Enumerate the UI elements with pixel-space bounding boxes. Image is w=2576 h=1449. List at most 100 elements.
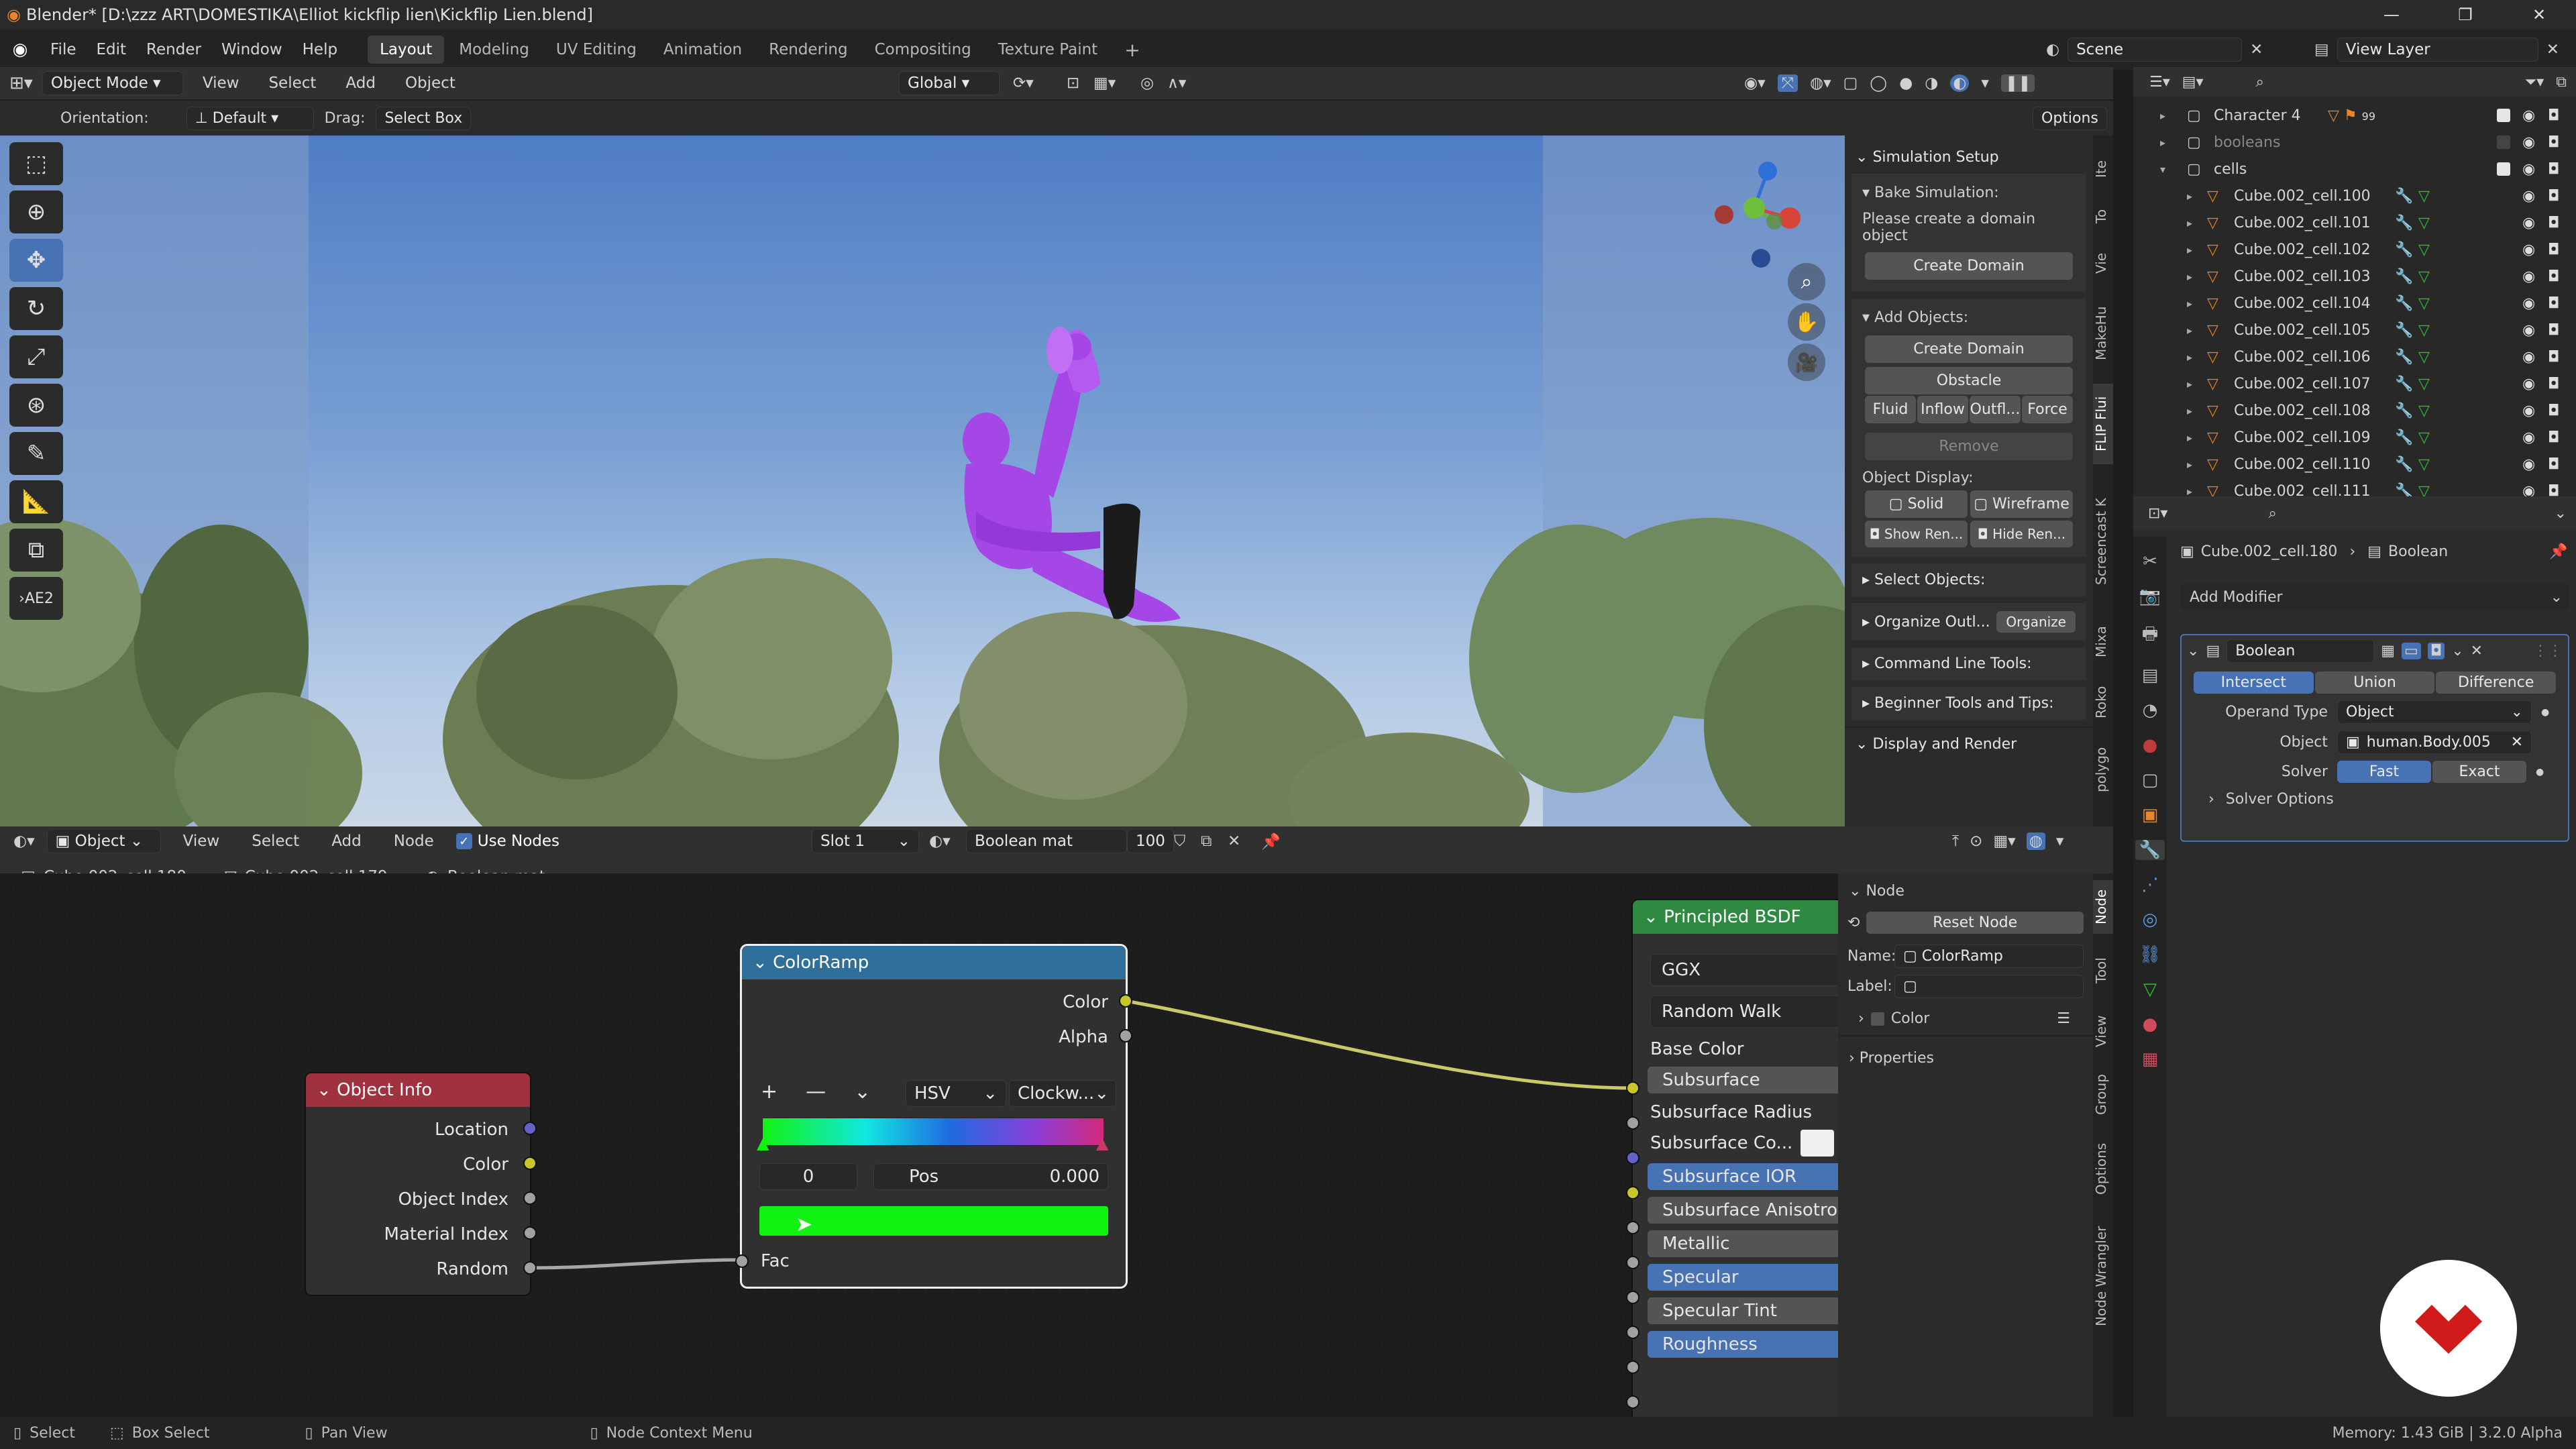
- camera-icon[interactable]: ◘: [2548, 161, 2559, 178]
- modifier-icon[interactable]: 🔧: [2395, 456, 2413, 473]
- drag-selector[interactable]: Select Box: [376, 106, 472, 130]
- create-domain-button[interactable]: Create Domain: [1865, 252, 2073, 280]
- node-section-header[interactable]: ⌄ Node: [1838, 873, 2093, 909]
- node-menu-view[interactable]: View: [173, 833, 230, 850]
- world-tab-icon[interactable]: ●: [2143, 735, 2158, 755]
- outliner-row[interactable]: ▾ ▢ cells ◉ ◘: [2133, 156, 2576, 182]
- search-icon[interactable]: ⌕: [2256, 74, 2264, 91]
- close-icon[interactable]: ✕: [2511, 734, 2523, 751]
- camera-icon[interactable]: ◘: [2548, 429, 2559, 446]
- remove-stop-button[interactable]: —: [806, 1080, 826, 1104]
- menu-window[interactable]: Window: [211, 41, 292, 58]
- material-index-output-socket[interactable]: [523, 1226, 537, 1240]
- add-workspace-button[interactable]: +: [1112, 34, 1152, 66]
- color-checkbox[interactable]: [1870, 1012, 1884, 1026]
- eye-icon[interactable]: ◉: [2522, 188, 2535, 205]
- transform-tool[interactable]: ⊛: [9, 384, 63, 427]
- parent-node-tree-icon[interactable]: ⤒: [1952, 833, 1959, 850]
- intersect-button[interactable]: Intersect: [2194, 672, 2314, 694]
- expand-arrow-icon[interactable]: ▸: [2187, 324, 2192, 337]
- shading-solid-icon[interactable]: ●: [1899, 74, 1913, 92]
- organize-button[interactable]: Organize: [1996, 611, 2076, 633]
- node-name-field[interactable]: ▢ ColorRamp: [1894, 945, 2084, 968]
- modifier-icon[interactable]: 🔧: [2395, 268, 2413, 285]
- options-dropdown[interactable]: Options: [2033, 106, 2107, 130]
- solver-options-header[interactable]: › Solver Options: [2208, 791, 2541, 808]
- output-tab-icon[interactable]: 🖶: [2142, 621, 2159, 651]
- shading-rendered-icon[interactable]: ◐: [1950, 74, 1970, 92]
- tab-tool[interactable]: To: [2093, 199, 2113, 233]
- minimize-button[interactable]: —: [2355, 5, 2428, 24]
- command-line-header[interactable]: ▸ Command Line Tools:: [1851, 647, 2086, 680]
- mode-selector[interactable]: Object Mode ▾: [42, 71, 183, 95]
- filter-icon[interactable]: ⏷▾: [2525, 74, 2544, 91]
- colorramp-node[interactable]: ⌄ ColorRamp Color Alpha + — ⌄ HSV ⌄ Clock…: [735, 946, 1132, 1287]
- bake-simulation-header[interactable]: ▾ Bake Simulation:: [1851, 179, 2086, 207]
- modifier-icon[interactable]: 🔧: [2395, 295, 2413, 312]
- tab-modeling[interactable]: Modeling: [447, 36, 541, 64]
- shading-options-icon[interactable]: ▾: [1981, 74, 1989, 92]
- scene-tab-icon[interactable]: ◔: [2143, 700, 2158, 720]
- tab-flip-fluids[interactable]: FLIP Flui: [2093, 384, 2113, 464]
- node-menu-node[interactable]: Node: [384, 833, 444, 850]
- eye-icon[interactable]: ◉: [2522, 134, 2535, 151]
- outliner-row[interactable]: ▸ ▽ Cube.002_cell.107 🔧 ▽ ◉ ◘: [2133, 370, 2576, 397]
- mesh-data-icon[interactable]: ▽: [2418, 429, 2430, 446]
- camera-icon[interactable]: ◘: [2548, 402, 2559, 419]
- eye-icon[interactable]: ◉: [2522, 268, 2535, 285]
- expand-arrow-icon[interactable]: ▸: [2187, 244, 2192, 256]
- exclude-checkbox[interactable]: [2497, 136, 2510, 149]
- object-tab-icon[interactable]: ▣: [2142, 805, 2159, 825]
- list-icon[interactable]: ☰: [2057, 1010, 2070, 1027]
- eye-icon[interactable]: ◉: [2522, 295, 2535, 312]
- camera-icon[interactable]: ◘: [2548, 456, 2559, 473]
- expand-arrow-icon[interactable]: ▸: [2187, 431, 2192, 444]
- viewport-menu-object[interactable]: Object: [395, 74, 466, 92]
- show-render-button[interactable]: ◘ Show Ren...: [1865, 521, 1968, 547]
- snap-type-icon[interactable]: ▦▾: [1993, 833, 2015, 850]
- modifier-icon[interactable]: 🔧: [2395, 429, 2413, 446]
- outflow-button[interactable]: Outfl...: [1970, 396, 2021, 423]
- fake-user-icon[interactable]: ⛉: [1174, 833, 1185, 850]
- menu-render[interactable]: Render: [136, 41, 211, 58]
- subsurface-ior-input-socket[interactable]: [1626, 1221, 1640, 1234]
- fluid-button[interactable]: Fluid: [1865, 396, 1916, 423]
- colorramp-header[interactable]: ⌄ ColorRamp: [742, 946, 1126, 979]
- editor-type-icon[interactable]: ☰▾: [2149, 74, 2170, 91]
- expand-arrow-icon[interactable]: ▸: [2187, 405, 2192, 417]
- color-stop-left[interactable]: ▲: [757, 1134, 769, 1152]
- use-nodes-checkbox[interactable]: ✓ Use Nodes: [455, 833, 559, 850]
- expand-arrow-icon[interactable]: ▸: [2187, 458, 2192, 471]
- measure-tool[interactable]: 📐: [9, 480, 63, 523]
- mesh-data-icon[interactable]: ▽: [2418, 322, 2430, 339]
- viewport-menu-view[interactable]: View: [193, 74, 250, 92]
- viewport-menu-add[interactable]: Add: [335, 74, 386, 92]
- wrench-icon[interactable]: 🔧: [2135, 840, 2165, 860]
- editmode-toggle-icon[interactable]: ▦: [2381, 643, 2395, 659]
- create-domain-button-2[interactable]: Create Domain: [1865, 335, 2073, 363]
- material-browse-icon[interactable]: ◐▾: [929, 833, 951, 850]
- viewport-toggle-icon[interactable]: ▭: [2402, 642, 2421, 659]
- add-cube-tool[interactable]: ⧉: [9, 529, 63, 572]
- material-name-field[interactable]: Boolean mat: [966, 829, 1127, 853]
- tab-item[interactable]: Ite: [2093, 149, 2113, 189]
- tab-animation[interactable]: Animation: [651, 36, 754, 64]
- camera-icon[interactable]: ◘: [2548, 349, 2559, 366]
- subsurface-ior-input[interactable]: Subsurface IOR: [1648, 1163, 1838, 1190]
- camera-icon[interactable]: ◘: [2548, 241, 2559, 258]
- node-canvas[interactable]: ⌄ Object Info Location Color Object Inde…: [0, 873, 1838, 1417]
- expand-arrow-icon[interactable]: ▸: [2160, 136, 2165, 149]
- solver-exact-button[interactable]: Exact: [2432, 761, 2526, 783]
- tab-compositing[interactable]: Compositing: [863, 36, 983, 64]
- hand-icon[interactable]: ✋: [1788, 303, 1825, 341]
- toolbar-expander[interactable]: › AE2: [9, 577, 63, 620]
- mesh-data-icon[interactable]: ▽: [2418, 215, 2430, 231]
- constraints-tab-icon[interactable]: ⛓: [2139, 945, 2161, 965]
- 3d-viewport[interactable]: ⬚ ⊕ ✥ ↻ ⤢ ⊛ ✎ 📐 ⧉ › AE2 ⌕ ✋ 🎥: [0, 136, 1845, 826]
- outliner-row[interactable]: ▸ ▽ Cube.002_cell.101 🔧 ▽ ◉ ◘: [2133, 209, 2576, 236]
- eye-icon[interactable]: ◉: [2522, 376, 2535, 392]
- slot-selector[interactable]: Slot 1 ⌄: [812, 829, 919, 853]
- transform-orientation-selector[interactable]: Global ▾: [899, 71, 1000, 95]
- add-modifier-dropdown[interactable]: Add Modifier ⌄: [2180, 584, 2569, 610]
- editor-type-icon[interactable]: ⊞▾: [9, 73, 33, 93]
